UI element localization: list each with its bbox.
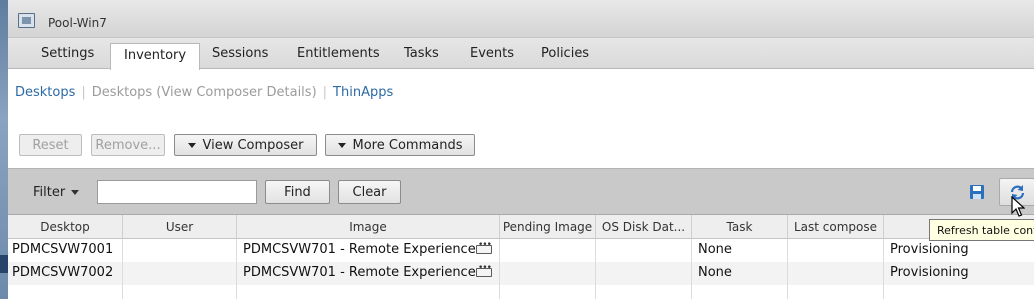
chevron-down-icon (71, 190, 80, 195)
cell-pending-image (500, 239, 596, 262)
subnav-separator: | (81, 85, 86, 100)
mouse-cursor-icon (1011, 196, 1025, 217)
cell-task: None (692, 239, 788, 262)
find-button-label: Find (284, 184, 311, 200)
desktops-table: Desktop User Image Pending Image OS Disk… (8, 215, 1034, 299)
cell-last-compose (788, 262, 884, 285)
subnav-thinapps[interactable]: ThinApps (333, 85, 393, 100)
cell-status: Provisioning (890, 242, 969, 257)
clear-button[interactable]: Clear (338, 180, 401, 204)
tab-bar: Settings Inventory Sessions Entitlements… (8, 38, 1034, 70)
remove-button[interactable]: Remove... (91, 134, 165, 156)
cell-user (123, 262, 237, 285)
column-divider (596, 285, 692, 299)
reset-button[interactable]: Reset (19, 134, 82, 156)
refresh-tooltip: Refresh table contents (929, 219, 1034, 241)
more-details-icon[interactable] (476, 263, 492, 277)
cell-image: PDMCSVW701 - Remote Experience (237, 239, 500, 262)
clear-button-label: Clear (352, 184, 387, 200)
find-button[interactable]: Find (265, 180, 330, 204)
tab-events[interactable]: Events (470, 46, 514, 69)
left-edge (0, 0, 8, 299)
column-divider (692, 285, 788, 299)
filter-label: Filter (33, 185, 66, 200)
cell-desktop: PDMCSVW7001 (8, 239, 123, 262)
column-header-os-disk[interactable]: OS Disk Dat... (596, 215, 692, 239)
column-header-user[interactable]: User (123, 215, 237, 239)
view-composer-label: View Composer (202, 137, 304, 153)
cell-pending-image (500, 262, 596, 285)
subnav-separator: | (322, 85, 328, 100)
subnav-composer-details[interactable]: Desktops (View Composer Details) (92, 85, 317, 100)
chevron-down-icon (337, 142, 346, 148)
reset-button-label: Reset (32, 137, 69, 153)
column-divider (8, 285, 123, 299)
cell-os-disk (596, 262, 692, 285)
table-row[interactable]: PDMCSVW7001 PDMCSVW701 - Remote Experien… (8, 239, 1034, 262)
vm-pool-icon (18, 13, 35, 28)
column-header-pending-image[interactable]: Pending Image (500, 215, 596, 239)
left-edge-notch (0, 255, 8, 273)
view-composer-button[interactable]: View Composer (174, 134, 317, 156)
table-row[interactable]: PDMCSVW7002 PDMCSVW701 - Remote Experien… (8, 262, 1034, 285)
tab-settings[interactable]: Settings (41, 46, 94, 69)
window-title: Pool-Win7 (48, 16, 107, 30)
cell-user (123, 239, 237, 262)
filter-bar: Filter Find Clear (8, 168, 1034, 215)
subnav-desktops[interactable]: Desktops (15, 85, 75, 100)
subnav: Desktops | Desktops (View Composer Details… (15, 85, 393, 100)
cell-last-compose (788, 239, 884, 262)
column-header-desktop[interactable]: Desktop (8, 215, 123, 239)
tab-tasks[interactable]: Tasks (404, 46, 439, 69)
filter-input[interactable] (97, 180, 257, 204)
column-divider (123, 285, 237, 299)
cell-image: PDMCSVW701 - Remote Experience (237, 262, 500, 285)
cell-os-disk (596, 239, 692, 262)
remove-button-label: Remove... (95, 137, 161, 153)
cell-task: None (692, 262, 788, 285)
save-icon[interactable] (969, 184, 985, 200)
cell-image-text: PDMCSVW701 - Remote Experience (243, 265, 476, 280)
column-header-last-compose[interactable]: Last compose (788, 215, 884, 239)
filter-dropdown[interactable]: Filter (33, 185, 80, 200)
cell-status: Provisioning (890, 265, 969, 280)
table-header: Desktop User Image Pending Image OS Disk… (8, 215, 1034, 239)
column-divider (237, 285, 500, 299)
tab-entitlements[interactable]: Entitlements (297, 46, 380, 69)
more-commands-button[interactable]: More Commands (325, 134, 475, 156)
more-commands-label: More Commands (352, 137, 463, 153)
chevron-down-icon (187, 142, 196, 148)
cell-desktop: PDMCSVW7002 (8, 262, 123, 285)
more-details-icon[interactable] (476, 240, 492, 254)
tab-policies[interactable]: Policies (541, 46, 589, 69)
title-bar: Pool-Win7 (8, 0, 1034, 38)
tab-inventory[interactable]: Inventory (110, 43, 201, 70)
column-divider (500, 285, 596, 299)
cell-image-text: PDMCSVW701 - Remote Experience (243, 242, 476, 257)
tab-sessions[interactable]: Sessions (212, 46, 268, 69)
column-header-task[interactable]: Task (692, 215, 788, 239)
column-header-image[interactable]: Image (237, 215, 500, 239)
column-divider (788, 285, 884, 299)
